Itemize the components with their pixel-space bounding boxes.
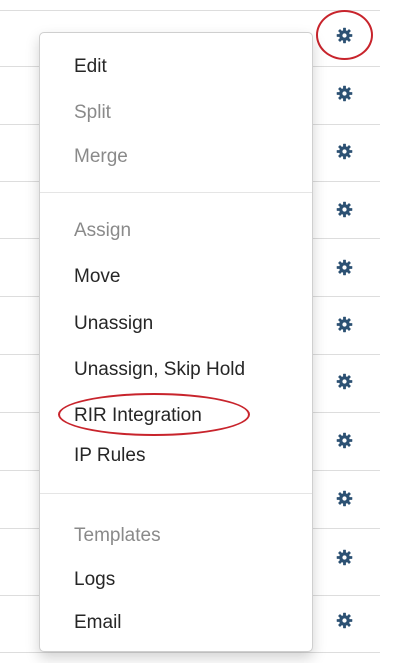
row-settings-button[interactable] <box>331 607 357 633</box>
row-actions-dropdown-menu: Edit Split Merge Assign Move Unassign Un… <box>39 32 313 652</box>
gear-icon <box>336 201 352 217</box>
gear-icon <box>336 143 352 159</box>
gear-icon <box>336 490 352 506</box>
menu-item-move[interactable]: Move <box>74 265 120 289</box>
row-settings-button[interactable] <box>331 22 357 48</box>
menu-item-ip-rules[interactable]: IP Rules <box>74 444 145 468</box>
menu-item-rir-integration[interactable]: RIR Integration <box>74 404 202 428</box>
gear-icon <box>336 85 352 101</box>
gear-icon <box>336 27 352 43</box>
menu-item-unassign[interactable]: Unassign <box>74 312 153 336</box>
page: Edit Split Merge Assign Move Unassign Un… <box>0 0 396 663</box>
menu-header-templates: Templates <box>74 525 161 546</box>
menu-divider <box>40 493 312 494</box>
menu-item-logs[interactable]: Logs <box>74 568 115 592</box>
row-settings-button[interactable] <box>331 427 357 453</box>
gear-icon <box>336 432 352 448</box>
gear-icon <box>336 316 352 332</box>
row-divider <box>0 10 380 11</box>
menu-item-unassign-skip-hold[interactable]: Unassign, Skip Hold <box>74 358 245 382</box>
row-settings-button[interactable] <box>331 254 357 280</box>
menu-item-merge: Merge <box>74 146 128 167</box>
row-settings-button[interactable] <box>331 544 357 570</box>
menu-item-email[interactable]: Email <box>74 611 122 635</box>
row-settings-button[interactable] <box>331 311 357 337</box>
gear-icon <box>336 612 352 628</box>
menu-header-assign: Assign <box>74 220 132 241</box>
gear-icon <box>336 373 352 389</box>
row-settings-button[interactable] <box>331 80 357 106</box>
menu-divider <box>40 192 312 193</box>
row-settings-button[interactable] <box>331 196 357 222</box>
menu-item-split: Split <box>74 102 111 123</box>
row-settings-button[interactable] <box>331 368 357 394</box>
row-settings-button[interactable] <box>331 485 357 511</box>
row-divider <box>0 652 380 653</box>
gear-icon <box>336 549 352 565</box>
menu-item-edit[interactable]: Edit <box>74 55 107 79</box>
row-settings-button[interactable] <box>331 138 357 164</box>
gear-icon <box>336 259 352 275</box>
